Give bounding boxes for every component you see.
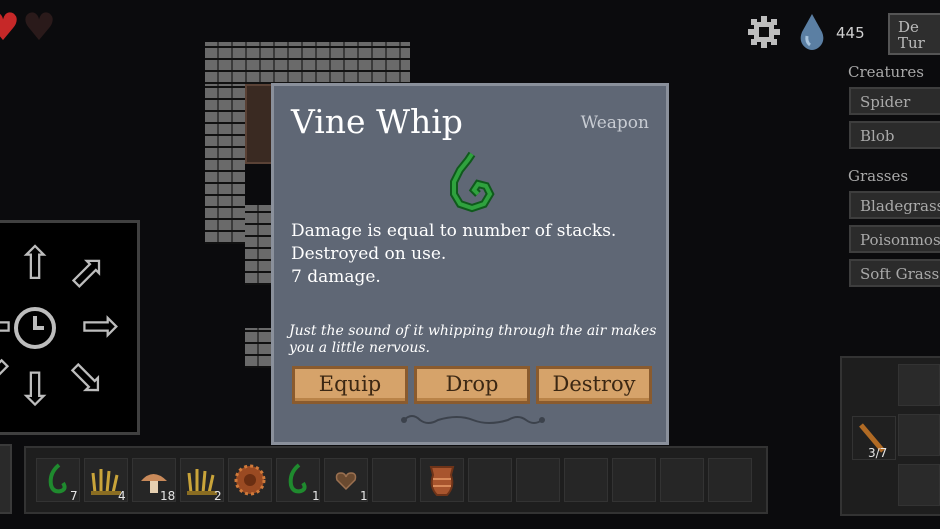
dungeon-wall [205, 84, 245, 244]
empty-heart-icon: ♥ [22, 5, 57, 49]
item-title: Vine Whip [291, 102, 463, 141]
inventory-slot[interactable] [372, 458, 416, 502]
slot-count: 1 [360, 489, 368, 503]
drop-button[interactable]: Drop [414, 366, 530, 404]
equip-button[interactable]: Equip [292, 366, 408, 404]
slot-count: 1 [312, 489, 320, 503]
ornament-divider-icon [398, 410, 548, 430]
slot-count: 18 [160, 489, 176, 503]
grass-item-soft-grass[interactable]: Soft Grass [849, 259, 940, 287]
inventory-left-edge [0, 444, 12, 514]
item-flavor-text: Just the sound of it whipping through th… [289, 323, 657, 356]
currency-count: 445 [836, 24, 865, 42]
slot-count: 4 [118, 489, 126, 503]
dungeon-door [245, 84, 273, 164]
inventory-slot[interactable] [228, 458, 272, 502]
inventory-slot[interactable] [660, 458, 704, 502]
item-description-line: Damage is equal to number of stacks. [291, 221, 617, 241]
inventory-slot[interactable] [612, 458, 656, 502]
move-up-button[interactable]: ⇧ [10, 240, 60, 286]
dungeon-wall [245, 328, 273, 368]
equipped-weapon-count: 3/7 [868, 446, 888, 460]
item-detail-modal: Vine Whip Weapon Damage is equal to numb… [271, 83, 669, 445]
inventory-slot[interactable] [516, 458, 560, 502]
slot-count: 2 [214, 489, 222, 503]
inventory-slot[interactable] [420, 458, 464, 502]
pot-icon [429, 466, 455, 496]
move-down-button[interactable]: ⇩ [10, 366, 60, 412]
creatures-section-title: Creatures [848, 63, 924, 81]
item-description-line: Destroyed on use. [291, 244, 447, 264]
equipment-slot[interactable] [898, 464, 940, 506]
item-type-label: Weapon [580, 113, 649, 133]
grass-item-bladegrass[interactable]: Bladegrass [849, 191, 940, 219]
inventory-slot[interactable] [468, 458, 512, 502]
grass-item-poisonmoss[interactable]: Poisonmos [849, 225, 940, 253]
water-drop-icon [798, 12, 826, 52]
end-turn-button[interactable]: De Tur [888, 13, 940, 55]
dungeon-wall [205, 42, 410, 84]
spiky-seed-icon [234, 464, 266, 496]
creature-item-spider[interactable]: Spider [849, 87, 940, 115]
health-heart-icon: ♥ [0, 5, 21, 49]
dungeon-wall [245, 205, 273, 285]
move-right-button[interactable]: ⇨ [76, 302, 126, 348]
settings-gear-icon[interactable] [746, 14, 782, 50]
slot-count: 7 [70, 489, 78, 503]
destroy-button[interactable]: Destroy [536, 366, 652, 404]
equipment-slot[interactable] [898, 414, 940, 456]
grasses-section-title: Grasses [848, 167, 909, 185]
inventory-slot[interactable] [708, 458, 752, 502]
vine-whip-icon [446, 150, 498, 214]
creature-item-blob[interactable]: Blob [849, 121, 940, 149]
item-description-line: 7 damage. [291, 267, 381, 287]
wait-clock-icon[interactable] [12, 305, 58, 351]
inventory-slot[interactable] [564, 458, 608, 502]
equipment-slot[interactable] [898, 364, 940, 406]
